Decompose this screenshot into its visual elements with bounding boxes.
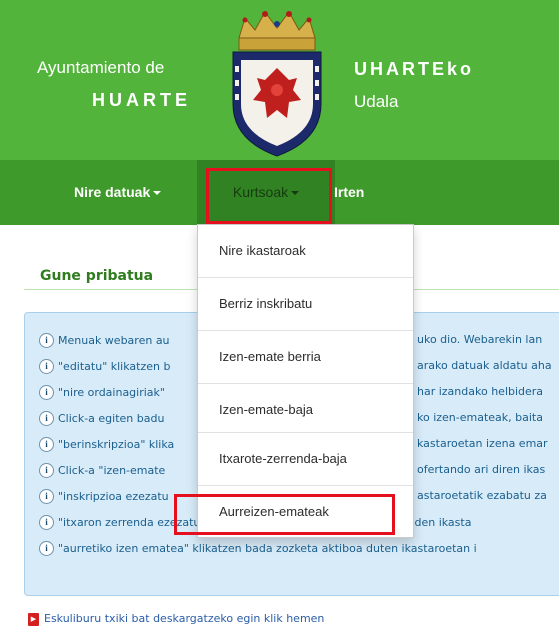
- info-icon: i: [39, 463, 54, 478]
- info-icon: i: [39, 333, 54, 348]
- info-text-continuation: arako datuak aldatu aha: [417, 359, 552, 372]
- info-text: Click-a egiten badu: [58, 412, 165, 425]
- kurtsoak-dropdown-menu: Nire ikastaroak Berriz inskribatu Izen-e…: [197, 224, 414, 538]
- info-text: "inskripzioa ezezatu: [58, 490, 169, 503]
- highlight-box-aurreizen-emateak: [174, 494, 395, 535]
- info-line: i Click-a egiten badu: [39, 411, 164, 431]
- coat-of-arms-logo: [232, 11, 322, 157]
- site-header: Ayuntamiento de HUARTE UHARTEko Udala: [0, 0, 559, 160]
- info-text: "berinskripzioa" klika: [58, 438, 175, 451]
- pdf-icon: ▶: [28, 612, 39, 626]
- nav-item-irten[interactable]: Irten: [328, 160, 370, 225]
- menu-item-izen-emate-berria[interactable]: Izen-emate berria: [198, 331, 413, 383]
- info-line: i "aurretiko izen ematea" klikatzen bada …: [39, 541, 477, 561]
- info-text-continuation: ofertando ari diren ikas: [417, 463, 546, 476]
- menu-item-izen-emate-baja[interactable]: Izen-emate-baja: [198, 384, 413, 436]
- menu-item-berriz-inskribatu[interactable]: Berriz inskribatu: [198, 278, 413, 330]
- info-text-continuation: uko dio. Webarekin lan: [417, 333, 543, 346]
- info-icon: i: [39, 515, 54, 530]
- menu-item-itxarote-zerrenda-baja[interactable]: Itxarote-zerrenda-baja: [198, 433, 413, 485]
- info-icon: i: [39, 385, 54, 400]
- info-icon: i: [39, 437, 54, 452]
- info-text: Click-a "izen-emate: [58, 464, 166, 477]
- info-text: Menuak webaren au: [58, 334, 170, 347]
- nav-item-nire-datuak[interactable]: Nire datuak: [60, 160, 175, 225]
- info-line: i "nire ordainagiriak": [39, 385, 165, 405]
- brand-right-line2: Udala: [354, 92, 399, 111]
- brand-left-line2: HUARTE: [92, 90, 191, 110]
- info-text-continuation: ko izen-emateak, baita: [417, 411, 543, 424]
- info-icon: i: [39, 489, 54, 504]
- brand-right: UHARTEko Udala: [354, 58, 474, 112]
- info-text-continuation: astaroetatik ezabatu za: [417, 489, 547, 502]
- brand-right-line1: UHARTEko: [354, 59, 475, 79]
- brand-left: Ayuntamiento de HUARTE: [37, 58, 191, 112]
- highlight-box-kurtsoak: [206, 168, 332, 224]
- section-title: Gune pribatua: [40, 268, 154, 284]
- manual-download-label: Eskuliburu txiki bat deskargatzeko egin …: [44, 612, 325, 625]
- info-icon: i: [39, 359, 54, 374]
- info-text-continuation: har izandako helbidera: [417, 385, 544, 398]
- info-text-continuation: kastaroetan izena emar: [417, 437, 548, 450]
- info-icon: i: [39, 411, 54, 426]
- nav-item-label: Irten: [334, 184, 365, 200]
- info-line: i Click-a "izen-emate: [39, 463, 165, 483]
- info-line: i Menuak webaren au: [39, 333, 170, 353]
- info-text: "aurretiko izen ematea" klikatzen bada z…: [58, 542, 477, 555]
- manual-download-link[interactable]: ▶ Eskuliburu txiki bat deskargatzeko egin…: [28, 612, 324, 626]
- brand-left-line1: Ayuntamiento de: [37, 58, 165, 77]
- info-line: i "inskripzioa ezezatu: [39, 489, 169, 509]
- menu-item-nire-ikastaroak[interactable]: Nire ikastaroak: [198, 225, 413, 277]
- nav-item-label: Nire datuak: [74, 184, 151, 200]
- info-line: i "berinskripzioa" klika: [39, 437, 174, 457]
- caret-down-icon: [153, 191, 162, 196]
- info-text: "nire ordainagiriak": [58, 386, 165, 399]
- info-line: i "editatu" klikatzen b: [39, 359, 170, 379]
- info-icon: i: [39, 541, 54, 556]
- info-text: "editatu" klikatzen b: [58, 360, 171, 373]
